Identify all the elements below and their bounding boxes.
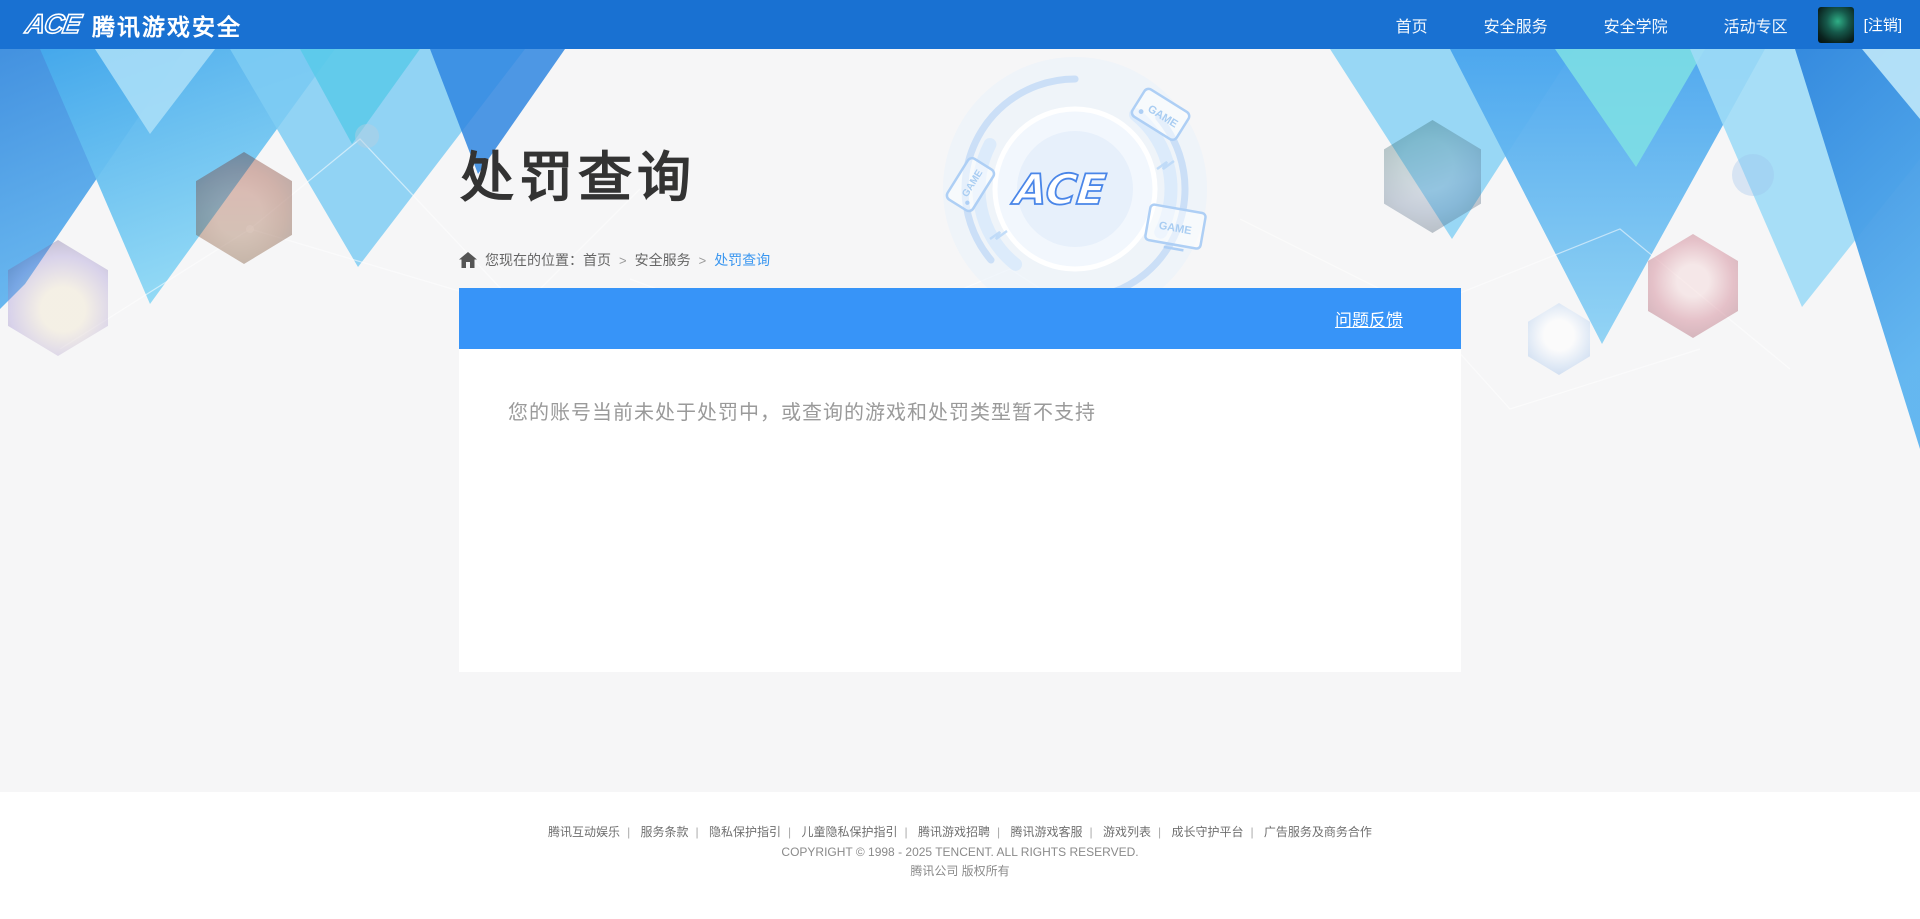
footer-company: 腾讯公司 版权所有 xyxy=(910,864,1010,878)
footer-link-privacy[interactable]: 隐私保护指引 xyxy=(709,825,781,839)
footer-separator: | xyxy=(788,825,792,839)
footer-link-tencent-games[interactable]: 腾讯互动娱乐 xyxy=(548,825,620,839)
card-body: 您的账号当前未处于处罚中，或查询的游戏和处罚类型暂不支持 xyxy=(459,349,1461,425)
footer-separator: | xyxy=(1157,825,1162,839)
footer-link-recruitment[interactable]: 腾讯游戏招聘 xyxy=(918,825,990,839)
query-result-message: 您的账号当前未处于处罚中，或查询的游戏和处罚类型暂不支持 xyxy=(508,402,1096,424)
footer-link-customer-service[interactable]: 腾讯游戏客服 xyxy=(1010,825,1082,839)
footer-separator: | xyxy=(627,825,631,839)
feedback-link[interactable]: 问题反馈 xyxy=(1335,306,1403,331)
site-logo-text: 腾讯游戏安全 xyxy=(92,13,243,40)
footer-separator: | xyxy=(904,825,908,839)
page-footer: 腾讯互动娱乐 | 服务条款 | 隐私保护指引 | 儿童隐私保护指引 | 腾讯游戏招聘 | … xyxy=(0,792,1920,919)
footer-separator: | xyxy=(695,825,699,839)
footer-separator: | xyxy=(997,825,1001,839)
nav-item-security-academy[interactable]: 安全学院 xyxy=(1604,13,1668,37)
breadcrumb-security-services[interactable]: 安全服务 xyxy=(635,250,691,270)
footer-separator: | xyxy=(1089,825,1093,839)
breadcrumb-home[interactable]: 首页 xyxy=(583,250,611,270)
hero-banner: ACE GAME GAME GAME 处罚查询 您现在的位置： 首页 > 安全服… xyxy=(0,49,1920,792)
footer-link-child-privacy[interactable]: 儿童隐私保护指引 xyxy=(802,825,898,839)
ace-emblem: ACE GAME GAME GAME xyxy=(943,57,1207,321)
ace-logo-icon: ACE xyxy=(23,8,84,40)
breadcrumb-current: 处罚查询 xyxy=(714,252,771,268)
footer-link-growth-guard[interactable]: 成长守护平台 xyxy=(1171,825,1243,839)
page: ACE 腾讯游戏安全 首页 安全服务 安全学院 活动专区 [注销] ACE GA… xyxy=(0,0,1920,919)
logout-link[interactable]: [注销] xyxy=(1864,14,1902,35)
breadcrumb-separator: > xyxy=(698,252,707,268)
decor-dot xyxy=(355,124,379,148)
top-navbar: ACE 腾讯游戏安全 首页 安全服务 安全学院 活动专区 [注销] xyxy=(0,0,1920,49)
footer-link-game-list[interactable]: 游戏列表 xyxy=(1103,825,1151,839)
breadcrumb: 您现在的位置： 首页 > 安全服务 > 处罚查询 xyxy=(459,250,770,270)
footer-copyright: COPYRIGHT © 1998 - 2025 TENCENT. ALL RIG… xyxy=(781,845,1139,859)
breadcrumb-separator: > xyxy=(619,252,627,268)
user-avatar[interactable] xyxy=(1817,6,1854,43)
nav-item-home[interactable]: 首页 xyxy=(1396,13,1428,37)
nav-item-activity-zone[interactable]: 活动专区 xyxy=(1724,13,1788,37)
footer-link-terms[interactable]: 服务条款 xyxy=(641,825,689,839)
decor-dot xyxy=(1732,154,1774,196)
footer-links: 腾讯互动娱乐 | 服务条款 | 隐私保护指引 | 儿童隐私保护指引 | 腾讯游戏招聘 | … xyxy=(0,826,1920,839)
page-title: 处罚查询 xyxy=(460,148,696,208)
card-header-bar: 问题反馈 xyxy=(459,288,1461,349)
footer-link-ad-business[interactable]: 广告服务及商务合作 xyxy=(1264,825,1372,839)
site-logo[interactable]: ACE 腾讯游戏安全 xyxy=(23,8,243,42)
nav-menu: 首页 安全服务 安全学院 活动专区 [注销] xyxy=(1340,6,1902,43)
nav-item-security-services[interactable]: 安全服务 xyxy=(1484,13,1548,37)
home-icon xyxy=(459,252,477,268)
query-result-card: 问题反馈 您的账号当前未处于处罚中，或查询的游戏和处罚类型暂不支持 xyxy=(459,288,1461,672)
emblem-ace-text: ACE xyxy=(1009,165,1108,214)
breadcrumb-prefix: 您现在的位置： xyxy=(485,252,583,268)
footer-separator: | xyxy=(1250,825,1254,839)
